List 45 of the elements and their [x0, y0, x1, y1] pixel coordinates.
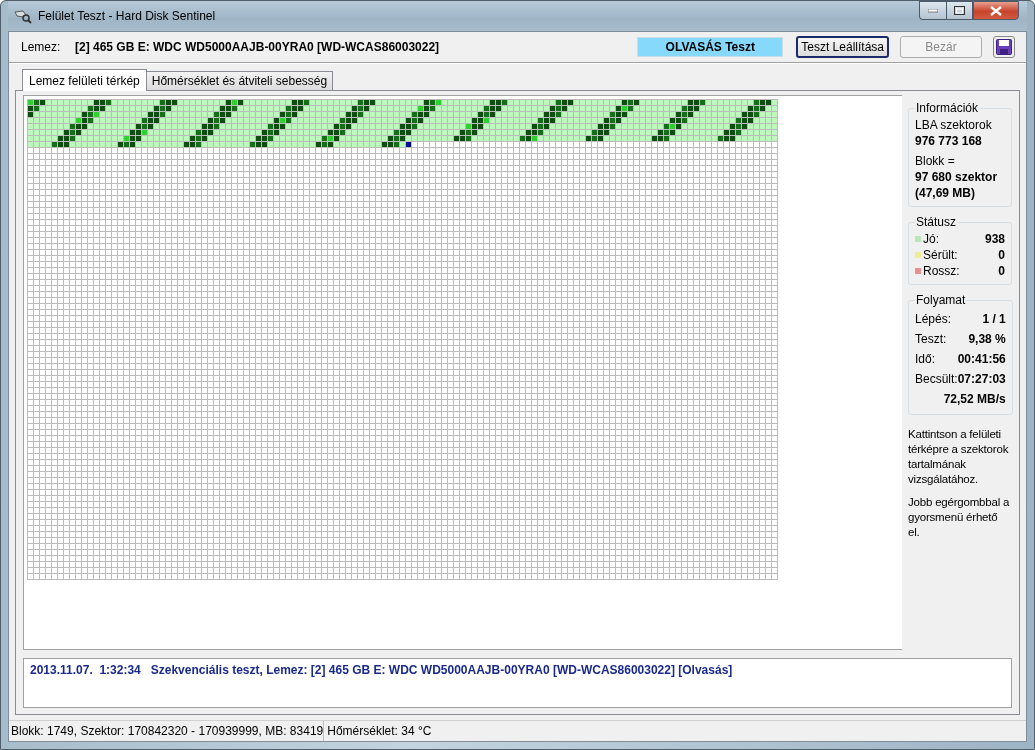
minimize-button[interactable]	[919, 1, 946, 20]
app-icon	[14, 8, 32, 24]
disk-name: [2] 465 GB E: WDC WD5000AAJB-00YRA0 [WD-WCAS86003022]	[75, 40, 441, 54]
status-text: Blokk: 1749, Szektor: 170842320 - 170939999, MB: 83419	[9, 721, 325, 741]
progress-value: 07:27:03	[957, 372, 1006, 386]
maximize-button[interactable]	[946, 1, 973, 20]
test-mode-indicator: OLVASÁS Teszt	[637, 37, 784, 57]
info-label: Blokk =	[915, 153, 956, 169]
save-icon[interactable]	[993, 36, 1015, 58]
info-value: (47,69 MB)	[915, 185, 977, 201]
minimize-icon	[928, 8, 938, 13]
progress-value: 1 / 1	[982, 312, 1006, 326]
progress-label: Teszt:	[915, 332, 947, 346]
status-count: 938	[984, 232, 1005, 246]
status-count: 0	[998, 248, 1005, 262]
status-label: Rossz:	[923, 264, 960, 278]
status-label: Sérült:	[923, 248, 958, 262]
info-value: 976 773 168	[915, 133, 983, 149]
progress-label: Becsült:	[915, 372, 958, 386]
log-message: Szekvenciális teszt, Lemez: [2] 465 GB E: WDC WD5000AAJB-00YRA0 [WD-WCAS86003022] [Olvasás]	[150, 663, 733, 677]
stop-test-button[interactable]: Teszt Leállítása	[796, 36, 889, 58]
disk-label: Lemez:	[21, 40, 62, 54]
window-title: Felület Teszt - Hard Disk Sentinel	[38, 9, 217, 23]
group-title: Státusz	[915, 215, 958, 229]
close-button[interactable]	[973, 1, 1019, 20]
status-count: 0	[998, 264, 1005, 278]
progress-value: 9,38 %	[968, 332, 1006, 346]
current-block-marker	[406, 142, 411, 147]
maximize-icon	[954, 6, 965, 15]
group-title: Folyamat	[915, 293, 967, 307]
status-text: Hőmérséklet: 34 °C	[326, 723, 433, 740]
log-time: 2013.11.07. 1:32:34	[30, 663, 141, 677]
progress-value: 72,52 MB/s	[943, 392, 1006, 406]
tab[interactable]: Hőmérséklet és átviteli sebesség	[145, 71, 334, 90]
progress-label: Idő:	[915, 352, 935, 366]
info-value: 97 680 szektor	[915, 169, 999, 185]
info-label: LBA szektorok	[915, 117, 993, 133]
progress-label: Lépés:	[915, 312, 952, 326]
hint-text: Kattintson a felületi térképre a szektorok tartalmának vizsgálatához.	[908, 427, 1010, 487]
close-icon	[990, 5, 1002, 16]
group-title: Információk	[915, 101, 980, 115]
tab[interactable]: Lemez felületi térkép	[22, 69, 147, 91]
hint-text: Jobb egérgombbal a gyorsmenü érhető el.	[908, 495, 1011, 540]
progress-value: 00:41:56	[957, 352, 1006, 366]
status-label: Jó:	[923, 232, 939, 246]
